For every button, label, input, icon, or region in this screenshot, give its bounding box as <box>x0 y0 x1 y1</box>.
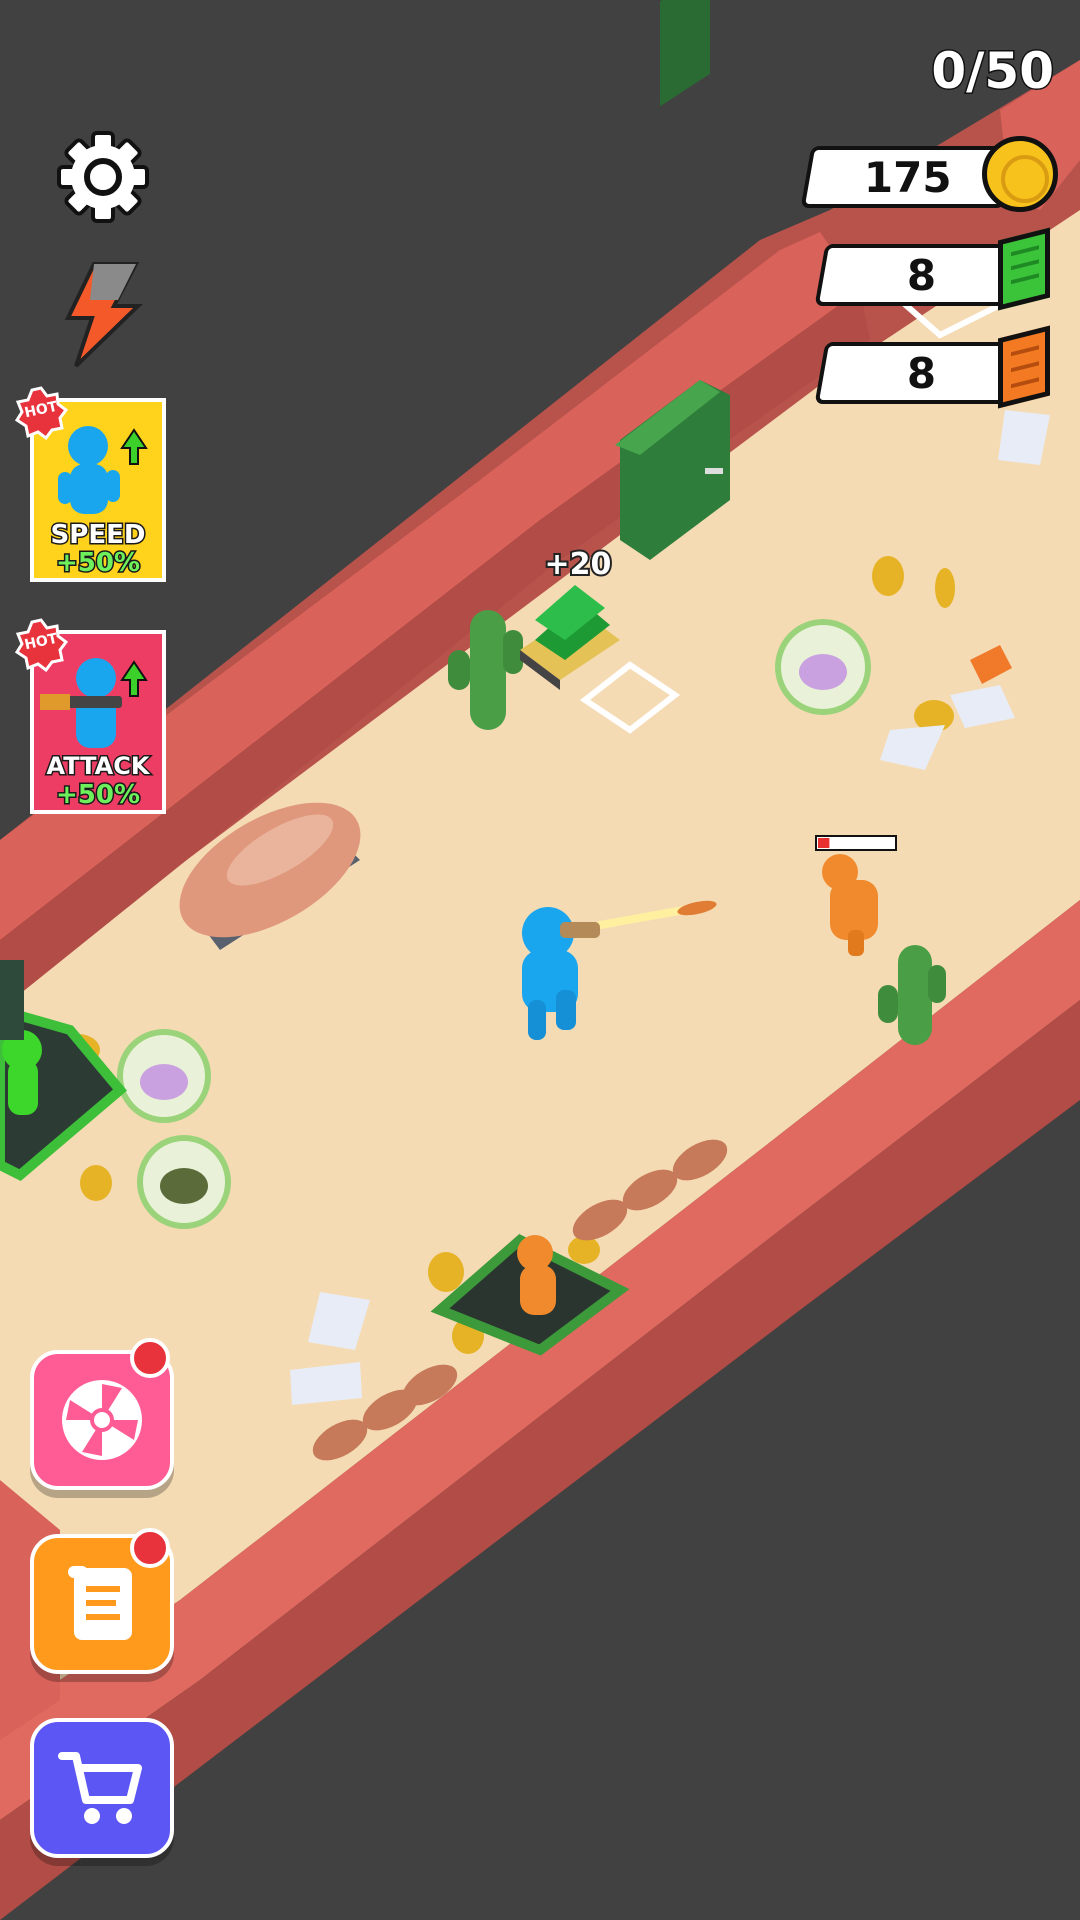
reward-popup: +20 <box>545 547 612 582</box>
scroll-icon <box>68 1566 132 1640</box>
coin-icon <box>982 136 1058 212</box>
lightning-icon[interactable] <box>56 260 146 370</box>
spin-notification-dot <box>130 1338 170 1378</box>
cart-icon <box>58 1752 142 1824</box>
hot-badge: HOT <box>14 618 69 673</box>
enemy-marker-bubble <box>775 619 871 715</box>
attack-boost-name: ATTACK <box>45 751 151 782</box>
speed-boost-bonus: +50% <box>54 547 141 579</box>
shop-button[interactable] <box>30 1718 174 1858</box>
quests-notification-dot <box>130 1528 170 1568</box>
cash-count: 8 <box>907 250 937 300</box>
capacity-counter: 0/50 <box>930 41 1056 102</box>
enemy-marker-bubble <box>117 1029 211 1123</box>
cash-stack-icon <box>998 227 1050 311</box>
attack-boost-bonus: +50% <box>54 779 141 811</box>
gear-icon[interactable] <box>56 130 150 224</box>
coin-count: 175 <box>864 152 952 202</box>
hot-badge: HOT <box>14 386 69 441</box>
wheel-icon <box>62 1380 142 1460</box>
helmet-marker-bubble <box>137 1135 231 1229</box>
brick-count: 8 <box>907 348 937 398</box>
speed-boost-name: SPEED <box>49 519 147 552</box>
brick-icon <box>998 325 1050 409</box>
